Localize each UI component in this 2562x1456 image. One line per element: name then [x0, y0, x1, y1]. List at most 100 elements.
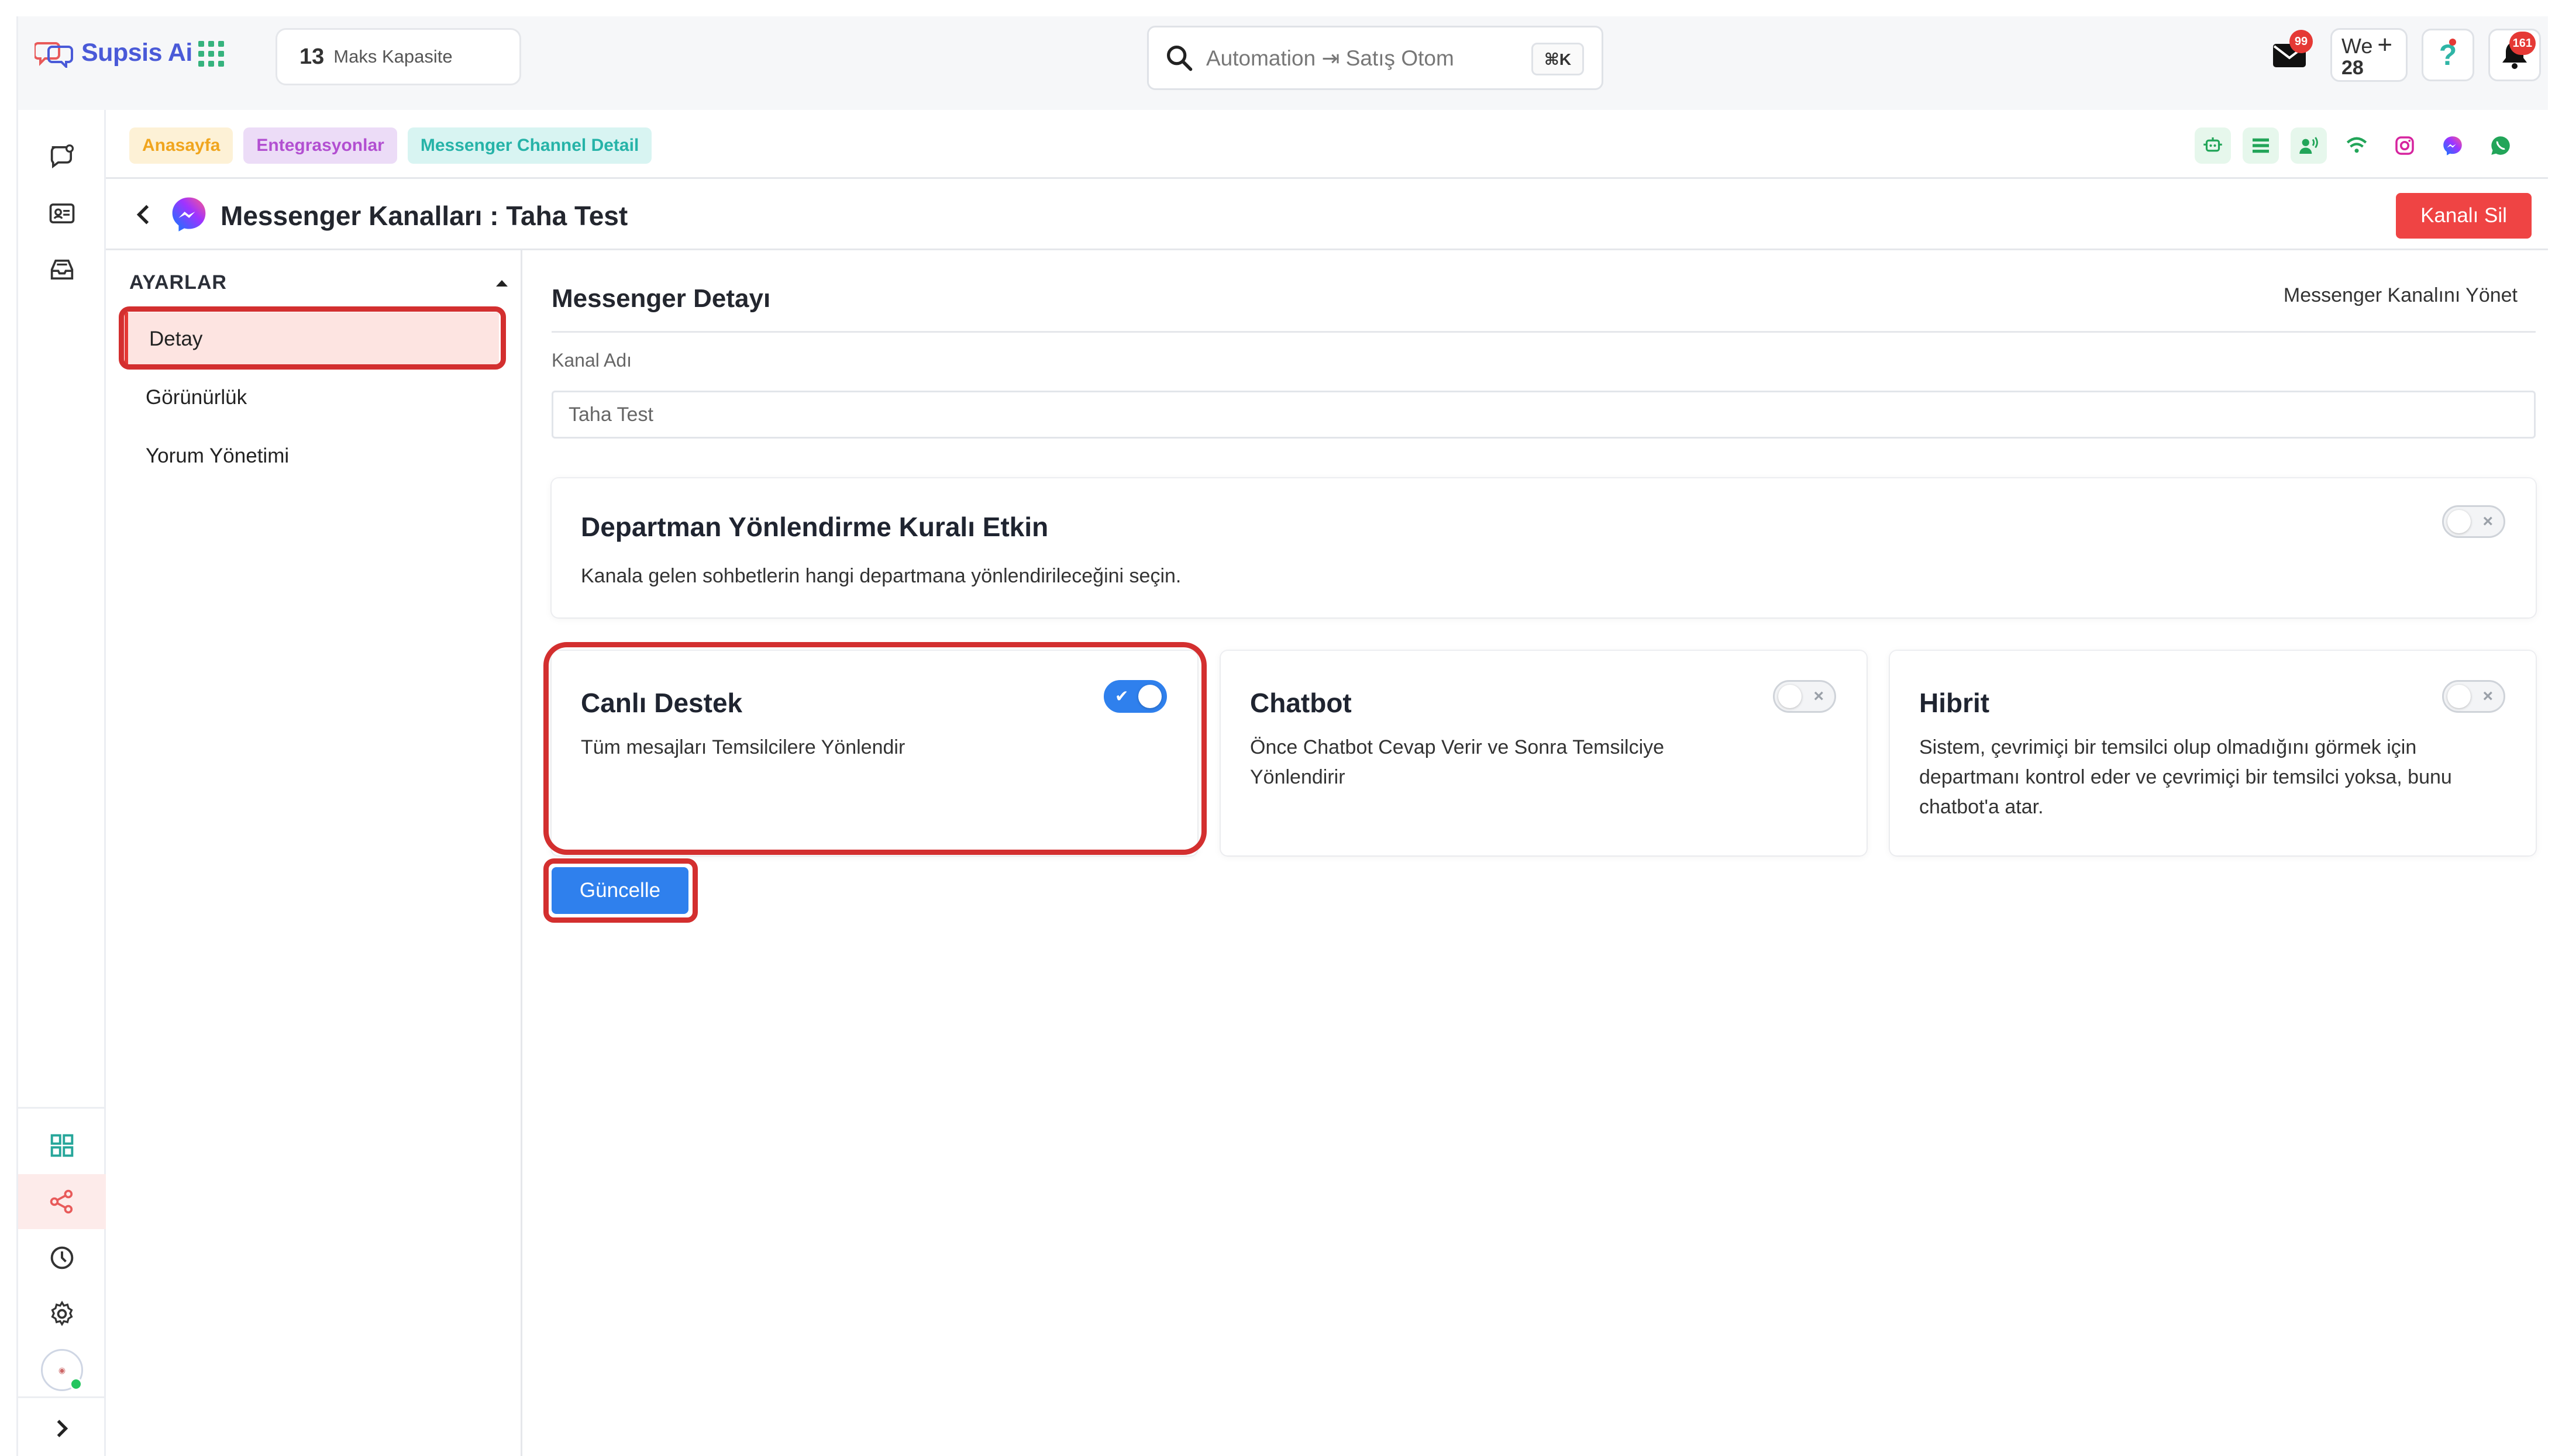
settings-sidebar: AYARLAR Detay Görünürlük Yorum Yönetimi [106, 250, 522, 1456]
apps-grid-icon[interactable] [198, 41, 224, 67]
rail-expand[interactable] [18, 1401, 106, 1456]
settings-item-visibility[interactable]: Görünürlük [125, 371, 499, 425]
toggle-knob [2447, 685, 2471, 708]
settings-item-label: Görünürlük [146, 386, 247, 409]
rail-inbox[interactable] [18, 242, 106, 297]
rail-settings[interactable] [18, 1286, 106, 1341]
rail-profile[interactable]: ◉ [18, 1343, 106, 1398]
we-button[interactable]: We + 28 [2330, 28, 2408, 82]
notifications-badge: 161 [2509, 32, 2536, 55]
close-icon: × [2482, 512, 2493, 531]
rail-dashboard[interactable] [18, 1118, 106, 1173]
manage-channel-link[interactable]: Messenger Kanalını Yönet [2284, 284, 2518, 307]
logo-icon [35, 42, 73, 68]
online-status [70, 1378, 82, 1391]
settings-heading: AYARLAR [129, 271, 227, 294]
hybrid-toggle[interactable]: × [2442, 680, 2505, 713]
mode-card-chatbot[interactable]: Chatbot Önce Chatbot Cevap Verir ve Sonr… [1221, 651, 1867, 855]
department-rule-card: Departman Yönlendirme Kuralı Etkin Kanal… [552, 478, 2536, 617]
logo-text: Supsis Ai [81, 38, 192, 67]
breadcrumb-messenger-detail[interactable]: Messenger Channel Detail [407, 127, 652, 164]
department-rule-title: Departman Yönlendirme Kuralı Etkin [581, 512, 1049, 542]
wifi-icon[interactable] [2339, 127, 2375, 164]
mode-description: Sistem, çevrimiçi bir temsilci olup olma… [1919, 736, 2452, 818]
settings-item-detail[interactable]: Detay [125, 312, 499, 366]
search-input[interactable] [1206, 46, 1475, 70]
top-bar: Supsis Ai 13 Maks Kapasite ⌘K 99 We+ 28 … [18, 16, 2548, 110]
chevron-right-icon [57, 1420, 68, 1437]
chat-icon [50, 144, 74, 169]
rail-chat[interactable] [18, 129, 106, 184]
section-title: Messenger Detayı [552, 284, 771, 313]
rail-separator [18, 1107, 106, 1109]
toggle-knob [2447, 510, 2471, 533]
channel-name-input[interactable] [552, 391, 2536, 439]
mode-card-hybrid[interactable]: Hibrit Sistem, çevrimiçi bir temsilci ol… [1890, 651, 2536, 855]
global-search[interactable]: ⌘K [1147, 26, 1603, 90]
mail-button[interactable]: 99 [2264, 29, 2316, 81]
department-rule-toggle[interactable]: × [2442, 505, 2505, 538]
top-actions: 99 We + 28 ? 161 [2264, 28, 2541, 82]
inbox-icon [50, 259, 74, 280]
detail-panel: Messenger Detayı Messenger Kanalını Yöne… [522, 250, 2548, 1456]
rail-contacts[interactable] [18, 186, 106, 241]
mail-badge: 99 [2289, 30, 2313, 53]
close-icon: × [1813, 686, 1824, 706]
capacity-number: 13 [299, 44, 325, 69]
caret-up-icon [496, 280, 508, 287]
mode-title: Canlı Destek [581, 688, 743, 718]
department-rule-description: Kanala gelen sohbetlerin hangi departman… [581, 565, 1182, 587]
mode-title: Hibrit [1919, 688, 1990, 718]
capacity-indicator[interactable]: 13 Maks Kapasite [276, 28, 521, 85]
rail-separator-bottom [18, 1396, 106, 1398]
delete-channel-button[interactable]: Kanalı Sil [2396, 193, 2532, 239]
capacity-label: Maks Kapasite [333, 46, 453, 67]
breadcrumb: Anasayfa Entegrasyonlar Messenger Channe… [129, 127, 652, 164]
grid-icon [50, 1134, 74, 1157]
update-button[interactable]: Güncelle [552, 867, 688, 914]
settings-item-comments[interactable]: Yorum Yönetimi [125, 429, 499, 483]
mode-description: Tüm mesajları Temsilcilere Yönlendir [581, 736, 905, 758]
list-icon[interactable] [2243, 127, 2279, 164]
clock-icon [50, 1246, 74, 1269]
logo[interactable]: Supsis Ai [35, 37, 192, 68]
rail-reports[interactable] [18, 1230, 106, 1285]
mode-title: Chatbot [1250, 688, 1352, 718]
mode-description: Önce Chatbot Cevap Verir ve Sonra Temsil… [1250, 736, 1665, 788]
chatbot-toggle[interactable]: × [1773, 680, 1836, 713]
app-frame: Supsis Ai 13 Maks Kapasite ⌘K 99 We+ 28 … [16, 16, 2548, 1456]
we-label: We [2341, 34, 2373, 58]
left-rail: ◉ [18, 110, 106, 1456]
rail-integrations[interactable] [18, 1174, 106, 1229]
messenger-icon[interactable] [2434, 127, 2471, 164]
breadcrumb-integrations[interactable]: Entegrasyonlar [243, 127, 397, 164]
gear-icon [51, 1300, 73, 1326]
messenger-logo-icon [172, 197, 206, 232]
check-icon: ✔ [1115, 687, 1129, 705]
toggle-knob [1138, 685, 1162, 708]
live-support-toggle[interactable]: ✔ [1104, 680, 1167, 713]
page-title: Messenger Kanalları : Taha Test [221, 201, 628, 231]
close-icon: × [2482, 686, 2493, 706]
settings-item-label: Detay [149, 327, 203, 350]
channel-name-label: Kanal Adı [552, 350, 632, 371]
breadcrumb-home[interactable]: Anasayfa [129, 127, 233, 164]
voice-icon[interactable] [2291, 127, 2327, 164]
page-header: Messenger Kanalları : Taha Test Kanalı S… [106, 179, 2548, 250]
settings-item-label: Yorum Yönetimi [146, 444, 290, 467]
we-count: 28 [2341, 57, 2364, 79]
search-shortcut: ⌘K [1531, 43, 1584, 75]
whatsapp-icon[interactable] [2482, 127, 2519, 164]
notifications-button[interactable]: 161 [2488, 29, 2541, 81]
contact-card-icon [49, 203, 75, 224]
breadcrumb-bar: Anasayfa Entegrasyonlar Messenger Channe… [106, 110, 2548, 179]
mode-card-live-support[interactable]: Canlı Destek Tüm mesajları Temsilcilere … [552, 651, 1197, 855]
channel-shortcuts [2195, 127, 2519, 164]
instagram-icon[interactable] [2387, 127, 2423, 164]
share-icon [50, 1189, 73, 1214]
chatbot-icon[interactable] [2195, 127, 2231, 164]
settings-heading-row[interactable]: AYARLAR [129, 271, 509, 294]
plus-icon: + [2377, 30, 2393, 59]
help-button[interactable]: ? [2422, 29, 2474, 81]
back-chevron-icon[interactable] [129, 200, 159, 229]
